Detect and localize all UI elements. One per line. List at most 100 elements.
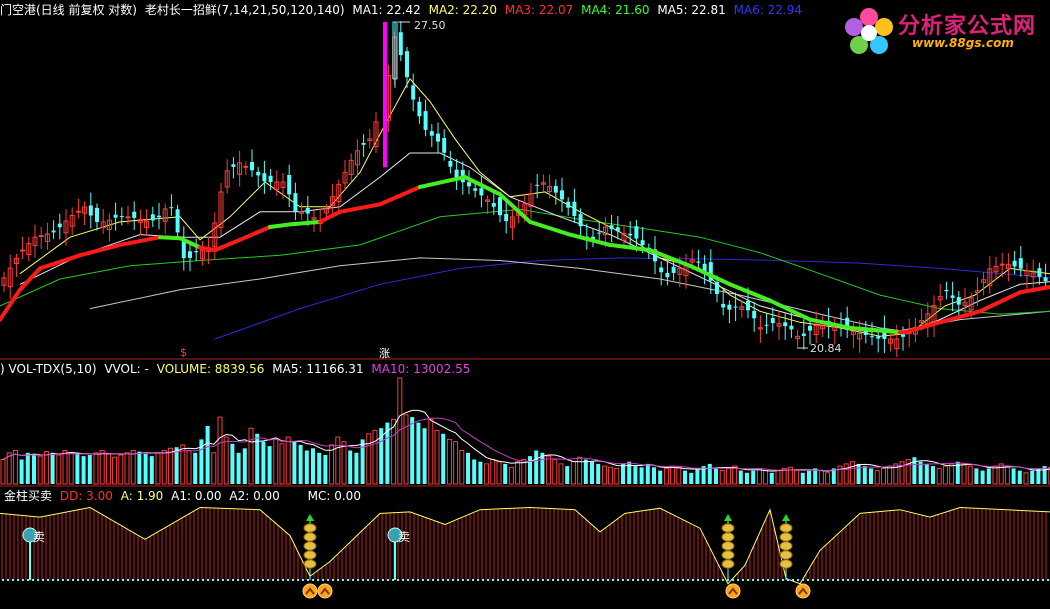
volume-bar: [484, 463, 490, 485]
candle-body: [293, 193, 298, 212]
trend-segment: [338, 202, 382, 214]
volume-bar: [323, 455, 328, 484]
indicator-baseline-dot: [532, 579, 534, 581]
volume-bar: [193, 452, 198, 484]
indicator-baseline-dot: [472, 579, 474, 581]
volume-bar: [217, 416, 223, 485]
indicator-baseline-dot: [267, 579, 269, 581]
indicator-baseline-dot: [587, 579, 589, 581]
indicator-baseline-dot: [257, 579, 259, 581]
indicator-baseline-dot: [202, 579, 204, 581]
trend-segment: [288, 219, 322, 227]
volume-bar: [62, 450, 68, 485]
indicator-baseline-dot: [927, 579, 929, 581]
indicator-baseline-dot: [647, 579, 649, 581]
indicator-name[interactable]: 老村长一招鲜(7,14,21,50,120,140): [145, 3, 345, 17]
indicator-baseline-dot: [687, 579, 689, 581]
indicator-baseline-dot: [737, 579, 739, 581]
indicator-baseline-dot: [157, 579, 159, 581]
indicator-baseline-dot: [832, 579, 834, 581]
volume-indicator-name[interactable]: ) VOL-TDX(5,10): [0, 362, 97, 376]
indicator-baseline-dot: [987, 579, 989, 581]
indicator-baseline-dot: [232, 579, 234, 581]
trend-segment: [608, 242, 652, 253]
candle-body: [256, 171, 261, 176]
candle-body: [789, 325, 794, 330]
indicator-baseline-dot: [852, 579, 854, 581]
indicator-baseline-dot: [977, 579, 979, 581]
candle-body: [1037, 268, 1042, 277]
volume-bar: [800, 472, 805, 484]
indicator-baseline-dot: [422, 579, 424, 581]
stock-chart-canvas[interactable]: 卖卖 27.50 20.84 $ 涨: [0, 0, 1050, 609]
trend-segment: [238, 225, 272, 242]
indicator-baseline-dot: [942, 579, 944, 581]
indicator-baseline-dot: [192, 579, 194, 581]
stock-name[interactable]: 门空港(日线 前复权 对数): [0, 3, 137, 17]
indicator-baseline-dot: [612, 579, 614, 581]
indicator-baseline-dot: [352, 579, 354, 581]
candle-body: [467, 182, 471, 187]
indicator-baseline-dot: [1007, 579, 1009, 581]
volume-bar: [992, 465, 998, 485]
gold-coin-icon: [721, 559, 735, 569]
candle-body: [498, 197, 502, 216]
volume-bar: [441, 433, 446, 484]
candle-body: [150, 214, 155, 221]
ma4-value: MA4: 21.60: [581, 3, 650, 17]
candlesticks: [1, 21, 1048, 358]
volume-bar: [43, 451, 49, 485]
indicator-baseline-dot: [242, 579, 244, 581]
indicator-baseline-dot: [522, 579, 524, 581]
candle-body: [157, 215, 161, 218]
indicator-baseline-dot: [652, 579, 654, 581]
indicator-baseline-dot: [807, 579, 809, 581]
indicator-baseline-dot: [742, 579, 744, 581]
indicator-baseline-dot: [12, 579, 14, 581]
volume-bar: [366, 433, 372, 485]
volume-bar: [880, 467, 886, 485]
volume-bar: [745, 472, 749, 484]
indicator-baseline-dot: [947, 579, 949, 581]
volume-bar: [223, 436, 229, 485]
candle-body: [783, 322, 788, 327]
volume-ma10-value: MA10: 13002.55: [371, 362, 471, 376]
volume-bar: [565, 466, 570, 484]
volume-bar: [422, 428, 427, 484]
candle-body: [57, 223, 62, 228]
volume-bar: [843, 463, 849, 485]
volume-bar: [614, 467, 620, 485]
indicator-baseline-dot: [357, 579, 359, 581]
volume-bar: [887, 465, 893, 485]
volume-bar: [105, 453, 111, 485]
volume-bar: [503, 463, 508, 484]
volume-bar: [813, 468, 818, 484]
candle-body: [175, 209, 180, 233]
indicator-baseline-dot: [492, 579, 494, 581]
volume-bar: [273, 438, 279, 485]
volume-bar: [918, 461, 923, 484]
indicator-baseline-dot: [517, 579, 519, 581]
a2-value: A2: 0.00: [229, 489, 280, 503]
indicator-baseline-dot: [697, 579, 699, 581]
indicator-baseline-dot: [327, 579, 329, 581]
candle-body: [560, 190, 564, 200]
indicator-baseline-dot: [707, 579, 709, 581]
volume-bar: [1011, 468, 1016, 484]
volume-bar: [416, 422, 421, 484]
candle-body: [20, 249, 26, 252]
indicator-baseline-dot: [802, 579, 804, 581]
indicator-baseline-dot: [77, 579, 79, 581]
trend-segment: [118, 235, 162, 247]
indicator-panel-name[interactable]: 金柱买卖: [4, 489, 52, 503]
indicator-baseline-dot: [552, 579, 554, 581]
trend-segment: [1018, 285, 1050, 295]
volume-bar: [1023, 472, 1029, 485]
indicator-baseline-dot: [757, 579, 759, 581]
candle-body: [640, 240, 645, 245]
volume-bar: [211, 452, 217, 485]
volume-bar: [949, 463, 955, 485]
indicator-baseline-dot: [827, 579, 829, 581]
indicator-baseline-dot: [407, 579, 409, 581]
candle-body: [411, 85, 416, 100]
